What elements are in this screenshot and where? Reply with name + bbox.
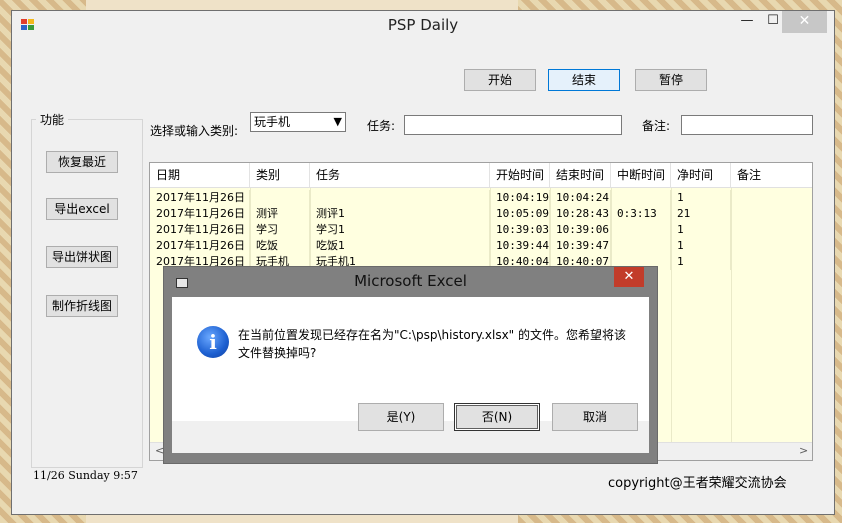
- status-date-time: 11/26 Sunday 9:57: [33, 469, 138, 482]
- column-header-category[interactable]: 类别: [250, 163, 310, 187]
- category-value: 玩手机: [254, 115, 291, 129]
- table-header: 日期 类别 任务 开始时间 结束时间 中断时间 净时间 备注: [150, 163, 812, 188]
- cell-note: [731, 254, 812, 270]
- cell-category: 吃饭: [250, 238, 310, 254]
- cell-net-time: 1: [671, 254, 731, 270]
- cell-date: 2017年11月26日: [150, 222, 250, 238]
- scroll-right-icon[interactable]: >: [799, 443, 808, 459]
- column-header-note[interactable]: 备注: [731, 163, 812, 187]
- table-row[interactable]: 2017年11月26日 吃饭 吃饭1 10:39:44 10:39:47 1: [150, 238, 812, 254]
- category-combobox[interactable]: 玩手机 ▼: [250, 112, 346, 132]
- title-bar[interactable]: PSP Daily — ☐ ✕: [12, 11, 834, 41]
- dialog-message: 在当前位置发现已经存在名为"C:\psp\history.xlsx" 的文件。您…: [238, 328, 627, 360]
- close-button[interactable]: ✕: [782, 11, 827, 33]
- column-header-date[interactable]: 日期: [150, 163, 250, 187]
- category-label: 选择或输入类别:: [150, 124, 239, 138]
- cell-note: [731, 206, 812, 222]
- pause-button[interactable]: 暂停: [635, 69, 707, 91]
- cell-interrupt-time: 0:3:13: [611, 206, 671, 222]
- dialog-title: Microsoft Excel: [354, 272, 467, 290]
- table-row[interactable]: 2017年11月26日 10:04:19 10:04:24 1: [150, 190, 812, 206]
- chevron-down-icon[interactable]: ▼: [334, 113, 342, 131]
- column-header-end-time[interactable]: 结束时间: [550, 163, 611, 187]
- cell-net-time: 1: [671, 238, 731, 254]
- cell-net-time: 21: [671, 206, 731, 222]
- cell-note: [731, 238, 812, 254]
- cell-category: 测评: [250, 206, 310, 222]
- cell-interrupt-time: [611, 222, 671, 238]
- column-header-interrupt-time[interactable]: 中断时间: [611, 163, 671, 187]
- column-header-start-time[interactable]: 开始时间: [490, 163, 550, 187]
- cell-date: 2017年11月26日: [150, 238, 250, 254]
- cell-end-time: 10:04:24: [550, 190, 611, 206]
- minimize-button[interactable]: —: [734, 11, 760, 33]
- note-input[interactable]: [681, 115, 813, 135]
- info-icon: i: [197, 326, 229, 358]
- cell-date: 2017年11月26日: [150, 190, 250, 206]
- cell-start-time: 10:05:09: [490, 206, 550, 222]
- cell-date: 2017年11月26日: [150, 206, 250, 222]
- restore-recent-button[interactable]: 恢复最近: [46, 151, 118, 173]
- cell-note: [731, 190, 812, 206]
- note-label: 备注:: [642, 119, 671, 133]
- cell-task: 测评1: [310, 206, 490, 222]
- yes-button[interactable]: 是(Y): [358, 403, 444, 431]
- cell-task: 吃饭1: [310, 238, 490, 254]
- task-input[interactable]: [404, 115, 622, 135]
- task-label: 任务:: [367, 119, 396, 133]
- column-header-task[interactable]: 任务: [310, 163, 490, 187]
- cell-interrupt-time: [611, 238, 671, 254]
- cell-start-time: 10:39:03: [490, 222, 550, 238]
- cell-note: [731, 222, 812, 238]
- cell-task: [310, 190, 490, 206]
- start-button[interactable]: 开始: [464, 69, 536, 91]
- table-row[interactable]: 2017年11月26日 学习 学习1 10:39:03 10:39:06 1: [150, 222, 812, 238]
- copyright-text: copyright@王者荣耀交流协会: [608, 476, 787, 491]
- excel-dialog: Microsoft Excel ✕ i 在当前位置发现已经存在名为"C:\psp…: [163, 266, 658, 464]
- export-pie-chart-button[interactable]: 导出饼状图: [46, 246, 118, 268]
- cell-task: 学习1: [310, 222, 490, 238]
- table-row[interactable]: 2017年11月26日 测评 测评1 10:05:09 10:28:43 0:3…: [150, 206, 812, 222]
- end-button[interactable]: 结束: [548, 69, 620, 91]
- column-header-net-time[interactable]: 净时间: [671, 163, 731, 187]
- cell-start-time: 10:39:44: [490, 238, 550, 254]
- make-line-chart-button[interactable]: 制作折线图: [46, 295, 118, 317]
- cell-category: [250, 190, 310, 206]
- cell-end-time: 10:28:43: [550, 206, 611, 222]
- window-title: PSP Daily: [387, 16, 459, 34]
- cell-category: 学习: [250, 222, 310, 238]
- cell-end-time: 10:39:47: [550, 238, 611, 254]
- cell-start-time: 10:04:19: [490, 190, 550, 206]
- cell-interrupt-time: [611, 190, 671, 206]
- export-excel-button[interactable]: 导出excel: [46, 198, 118, 220]
- function-group-label: 功能: [38, 111, 67, 128]
- cell-end-time: 10:39:06: [550, 222, 611, 238]
- cell-net-time: 1: [671, 190, 731, 206]
- cancel-button[interactable]: 取消: [552, 403, 638, 431]
- cell-net-time: 1: [671, 222, 731, 238]
- dialog-close-button[interactable]: ✕: [614, 267, 644, 287]
- no-button[interactable]: 否(N): [454, 403, 540, 431]
